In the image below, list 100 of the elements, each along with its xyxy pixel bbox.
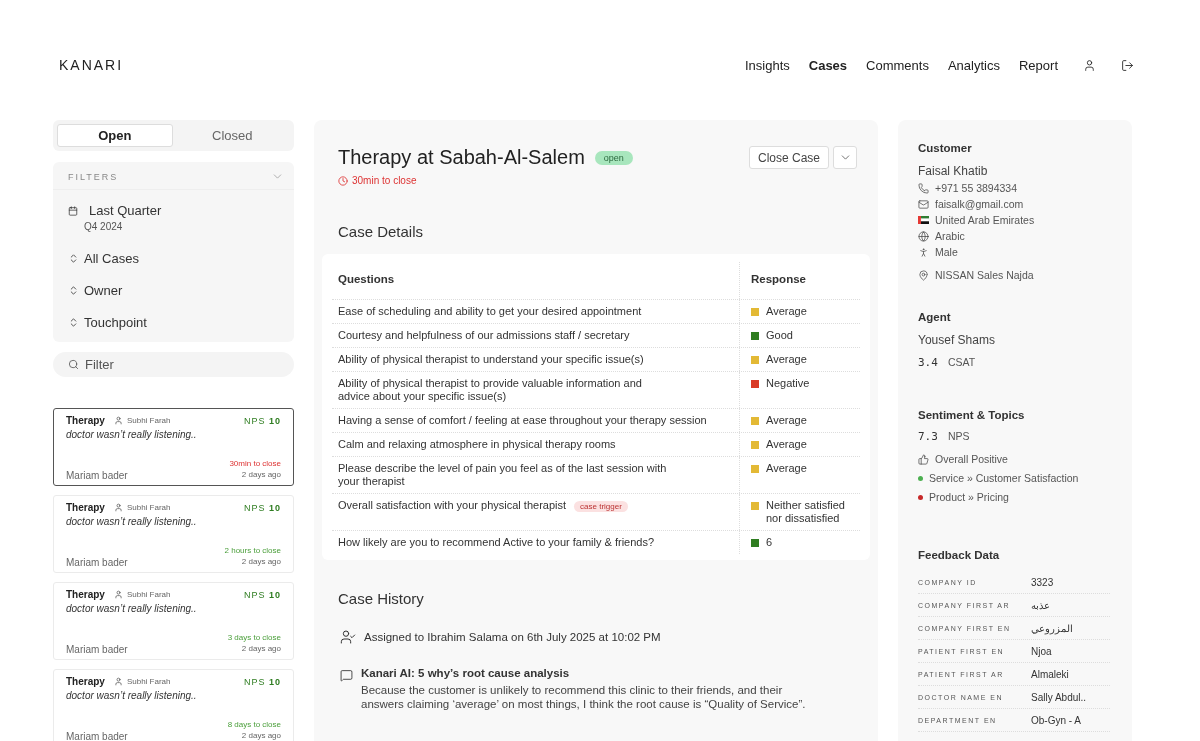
- question-text: How likely are you to recommend Active to your family & friends?: [338, 536, 655, 549]
- contact-detail: NISSAN Sales Najda: [935, 269, 1034, 281]
- field-value: Almaleki: [1031, 669, 1070, 680]
- nav-link[interactable]: Analytics: [947, 57, 1000, 73]
- status-pill: open: [594, 151, 633, 165]
- case-age: 2 days ago: [241, 470, 281, 481]
- globe-icon: [918, 230, 929, 242]
- user-icon: [113, 590, 123, 599]
- event-title: Kanari AI: 5 why’s root cause analysis: [361, 667, 571, 679]
- case-due: 30min to close: [352, 175, 417, 186]
- overall-sentiment: Overall Positive: [935, 453, 1008, 465]
- contact-detail: Male: [935, 246, 958, 258]
- status-tab[interactable]: Open: [57, 124, 173, 147]
- case-card[interactable]: Therapy Subhi Farah NPS 10 doctor wasn’t really listening.. 8 days to close Mariam bader 2 days ago: [53, 669, 294, 741]
- mail-icon: [918, 198, 929, 210]
- section-title: Sentiment & Topics: [918, 409, 1026, 421]
- response-text: Average: [766, 414, 807, 427]
- case-due: 8 days to close: [226, 720, 281, 729]
- question-text: Having a sense of comfort / feeling at ease throughout your therapy session: [338, 414, 707, 427]
- topic-label: Service » Customer Satisfaction: [929, 472, 1079, 484]
- case-customer: Mariam bader: [66, 470, 128, 481]
- score-label: CSAT: [947, 356, 976, 368]
- filter-select[interactable]: Owner: [84, 283, 123, 298]
- chevrons-up-down-icon: [68, 285, 79, 296]
- field-value: عذبه: [1031, 600, 1051, 611]
- event-text: Assigned to Ibrahim Salama on 6th July 2025 at 10:02 PM: [364, 631, 661, 645]
- field-value: المزروعي: [1031, 623, 1074, 634]
- nps-score: NPS 10: [243, 589, 281, 600]
- question-text: Calm and relaxing atmosphere in physical therapy rooms: [338, 438, 616, 451]
- section-title: Customer: [918, 142, 973, 154]
- phone-icon: [918, 182, 929, 194]
- response-text: Good: [766, 329, 793, 342]
- case-customer: Mariam bader: [66, 557, 128, 568]
- case-customer: Mariam bader: [66, 731, 128, 741]
- nav-link[interactable]: Insights: [744, 57, 790, 73]
- case-category: Therapy: [66, 589, 105, 600]
- case-category: Therapy: [66, 415, 105, 426]
- question-text: Ability of physical therapist to understand your specific issue(s): [338, 353, 644, 366]
- score-label: NPS: [947, 430, 970, 442]
- thumbs-up-icon: [918, 453, 929, 465]
- logout-icon[interactable]: [1121, 58, 1134, 72]
- case-owner: Subhi Farah: [126, 416, 171, 425]
- status-tab[interactable]: Closed: [174, 124, 290, 147]
- nps-score: NPS 10: [243, 502, 281, 513]
- logo[interactable]: KANARI: [59, 57, 124, 73]
- uae-flag-icon: [918, 216, 929, 224]
- period-sub-label: Q4 2024: [83, 221, 124, 232]
- user-icon: [113, 677, 123, 686]
- contact-detail: faisalk@gmail.com: [935, 198, 1024, 210]
- calendar-icon: [68, 205, 78, 216]
- response-text: 6: [766, 536, 773, 549]
- case-due: 30min to close: [228, 459, 281, 468]
- question-text: Please describe the level of pain you feel as of the last session with your therapist: [338, 462, 668, 488]
- event-text: Because the customer is unlikely to recommend this clinic to their friends, and their answers claiming ‘average’ on most things, I think the root cause is “Quality of Service”.: [361, 683, 807, 711]
- contact-detail: +971 55 3894334: [935, 182, 1018, 194]
- case-card[interactable]: Therapy Subhi Farah NPS 10 doctor wasn’t really listening.. 3 days to close Mariam bader 2 days ago: [53, 582, 294, 660]
- map-pin-icon: [918, 269, 929, 281]
- response-text: Average: [766, 438, 807, 451]
- case-age: 2 days ago: [241, 644, 281, 655]
- question-text: Ability of physical therapist to provide valuable information and advice about your specific issue(s): [338, 377, 643, 403]
- response-text: Average: [766, 305, 807, 318]
- section-title: Case History: [337, 590, 425, 607]
- response-text: Average: [766, 353, 807, 366]
- case-category: Therapy: [66, 502, 105, 513]
- case-age: 2 days ago: [241, 731, 281, 741]
- section-title: Case Details: [337, 223, 425, 240]
- filter-select[interactable]: All Cases: [84, 251, 139, 266]
- case-card[interactable]: Therapy Subhi Farah NPS 10 doctor wasn’t really listening.. 2 hours to close Mariam bader 2 days ago: [53, 495, 294, 573]
- case-owner: Subhi Farah: [126, 677, 171, 686]
- period-select[interactable]: Last Quarter: [89, 203, 162, 218]
- nav-link[interactable]: Cases: [808, 57, 848, 73]
- filters-title: FILTERS: [68, 171, 119, 182]
- person-icon: [918, 246, 929, 258]
- field-value: 3323: [1031, 577, 1055, 588]
- case-trigger-tag: case trigger: [574, 501, 628, 512]
- user-icon: [113, 503, 123, 512]
- case-due: 2 hours to close: [223, 546, 281, 555]
- clock-icon: [338, 175, 348, 186]
- filter-search-field[interactable]: Filter: [53, 352, 294, 377]
- case-age: 2 days ago: [241, 557, 281, 568]
- field-value: Njoa: [1031, 646, 1053, 657]
- chevrons-up-down-icon: [68, 253, 79, 264]
- nps-score: NPS 10: [243, 676, 281, 687]
- section-title: Agent: [918, 311, 952, 323]
- case-card[interactable]: Therapy Subhi Farah NPS 10 doctor wasn’t really listening.. 30min to close Mariam bader 2 days ago: [53, 408, 294, 486]
- nav-link[interactable]: Comments: [866, 57, 929, 73]
- close-case-button[interactable]: Close Case: [748, 146, 829, 169]
- field-value: Ob-Gyn - A: [1031, 715, 1082, 726]
- csat-score: 3.4: [918, 356, 938, 369]
- search-icon: [68, 359, 79, 370]
- nav-link[interactable]: Report: [1018, 57, 1058, 73]
- case-comment: doctor wasn’t really listening..: [66, 690, 198, 701]
- filter-select[interactable]: Touchpoint: [84, 315, 147, 330]
- response-text: Neither satisfied nor dissatisfied: [766, 499, 846, 525]
- question-text: Ease of scheduling and ability to get your desired appointment: [338, 305, 642, 318]
- user-icon[interactable]: [1083, 58, 1096, 72]
- column-header: Response: [739, 262, 860, 299]
- field-value: Sally Abdul..: [1031, 692, 1088, 703]
- case-customer: Mariam bader: [66, 644, 128, 655]
- contact-detail: United Arab Emirates: [935, 214, 1035, 226]
